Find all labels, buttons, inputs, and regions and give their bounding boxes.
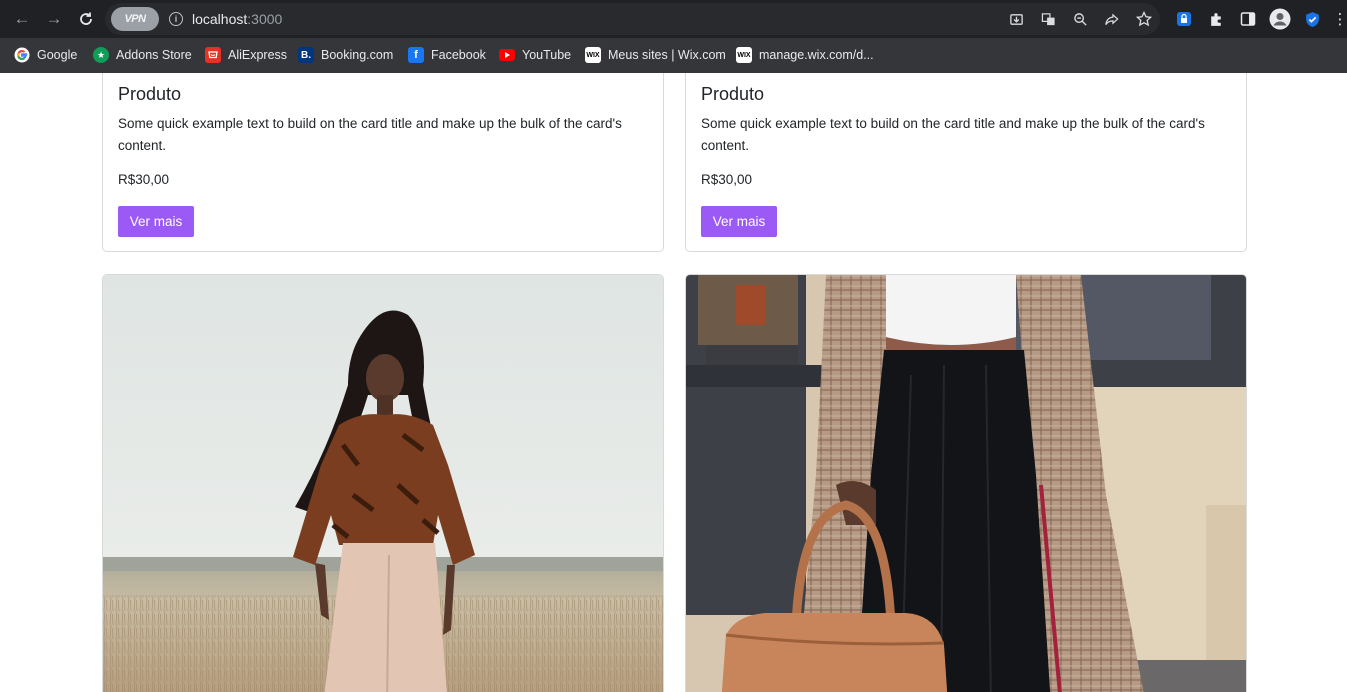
menu-kebab-icon[interactable]: ⋮ bbox=[1333, 8, 1347, 30]
bookmark-label: Meus sites | Wix.com bbox=[608, 48, 726, 62]
product-price: R$30,00 bbox=[118, 172, 170, 187]
product-description: Some quick example text to build on the … bbox=[118, 116, 622, 153]
extensions-puzzle-icon[interactable] bbox=[1205, 8, 1227, 30]
back-arrow-icon[interactable]: ← bbox=[11, 8, 33, 30]
url-port: :3000 bbox=[247, 11, 283, 27]
site-info-icon[interactable]: i bbox=[169, 12, 183, 26]
bookmark-label: AliExpress bbox=[228, 48, 288, 62]
ver-mais-button[interactable]: Ver mais bbox=[118, 206, 194, 237]
booking-icon: B. bbox=[298, 47, 314, 63]
product-price: R$30,00 bbox=[701, 172, 753, 187]
bookmark-youtube[interactable]: YouTube bbox=[499, 46, 571, 64]
reload-icon[interactable] bbox=[75, 8, 97, 30]
shield-check-icon[interactable] bbox=[1301, 8, 1323, 30]
wix-icon: WIX bbox=[585, 47, 601, 63]
addons-store-icon: ★ bbox=[93, 47, 109, 63]
facebook-icon: f bbox=[408, 47, 424, 63]
product-title: Produto bbox=[118, 84, 182, 104]
browser-toolbar: ← → VPN i localhost:3000 ⋮ bbox=[0, 0, 1347, 38]
profile-avatar-icon[interactable] bbox=[1269, 8, 1291, 30]
product-card: Produto Some quick example text to build… bbox=[102, 73, 664, 252]
google-icon bbox=[14, 47, 30, 63]
youtube-icon bbox=[499, 49, 515, 61]
vpn-badge[interactable]: VPN bbox=[111, 7, 159, 31]
bookmark-google[interactable]: Google bbox=[14, 46, 77, 64]
bookmark-aliexpress[interactable]: AliExpress bbox=[205, 46, 287, 64]
zoom-icon[interactable] bbox=[1071, 10, 1089, 28]
ver-mais-button[interactable]: Ver mais bbox=[701, 206, 777, 237]
bookmark-facebook[interactable]: f Facebook bbox=[408, 46, 486, 64]
translate-icon[interactable] bbox=[1039, 10, 1057, 28]
bookmark-booking[interactable]: B. Booking.com bbox=[298, 46, 393, 64]
bookmark-label: manage.wix.com/d... bbox=[759, 48, 874, 62]
bookmark-label: Addons Store bbox=[116, 48, 192, 62]
side-panel-icon[interactable] bbox=[1237, 8, 1259, 30]
aliexpress-icon bbox=[205, 47, 221, 63]
browser-chrome: ← → VPN i localhost:3000 ⋮ Google ★ Addo… bbox=[0, 0, 1347, 73]
product-title: Produto bbox=[701, 84, 765, 104]
bookmark-label: Google bbox=[37, 48, 78, 62]
password-lock-icon[interactable] bbox=[1173, 8, 1195, 30]
bookmark-label: Booking.com bbox=[321, 48, 394, 62]
product-card: Produto Some quick example text to build… bbox=[685, 73, 1247, 252]
url-text[interactable]: localhost:3000 bbox=[192, 11, 282, 27]
page-content: Produto Some quick example text to build… bbox=[0, 73, 1347, 692]
wix-icon: WIX bbox=[736, 47, 752, 63]
bookmark-star-icon[interactable] bbox=[1135, 10, 1153, 28]
bookmark-wix-sites[interactable]: WIX Meus sites | Wix.com bbox=[585, 46, 726, 64]
bookmark-label: Facebook bbox=[431, 48, 486, 62]
url-host: localhost bbox=[192, 11, 248, 27]
share-icon[interactable] bbox=[1103, 10, 1121, 28]
bookmark-wix-manage[interactable]: WIX manage.wix.com/d... bbox=[736, 46, 874, 64]
install-app-icon[interactable] bbox=[1007, 10, 1025, 28]
address-bar[interactable]: VPN i localhost:3000 bbox=[105, 3, 1160, 35]
product-image[interactable] bbox=[685, 274, 1247, 692]
product-description: Some quick example text to build on the … bbox=[701, 116, 1205, 153]
bookmark-addons-store[interactable]: ★ Addons Store bbox=[93, 46, 192, 64]
bookmarks-bar: Google ★ Addons Store AliExpress B. Book… bbox=[0, 38, 1347, 73]
forward-arrow-icon[interactable]: → bbox=[43, 8, 65, 30]
product-image[interactable] bbox=[102, 274, 664, 692]
bookmark-label: YouTube bbox=[522, 48, 572, 62]
